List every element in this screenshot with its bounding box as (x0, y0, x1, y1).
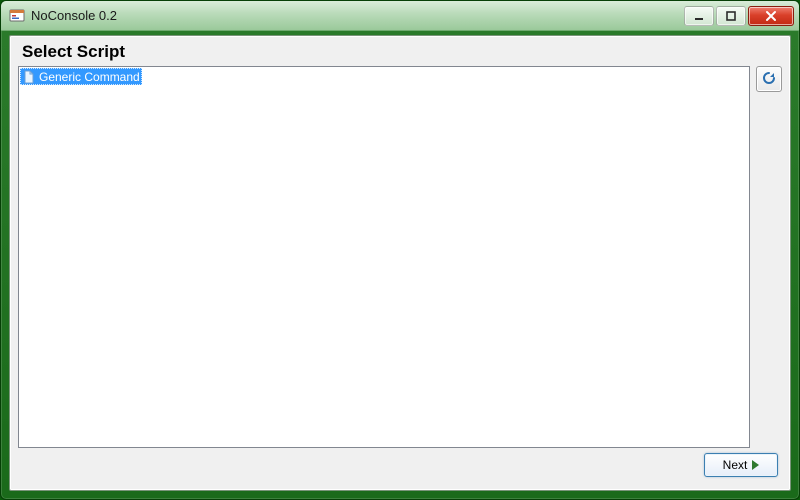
close-button[interactable] (748, 6, 794, 26)
application-icon (9, 8, 25, 24)
minimize-button[interactable] (684, 6, 714, 26)
next-button-label: Next (723, 458, 748, 472)
window-title: NoConsole 0.2 (31, 8, 684, 23)
page-heading: Select Script (22, 42, 782, 62)
maximize-button[interactable] (716, 6, 746, 26)
footer: Next (18, 448, 782, 482)
list-item-label: Generic Command (39, 70, 140, 84)
refresh-icon (761, 70, 777, 89)
application-window: NoConsole 0.2 Select Script (0, 0, 800, 500)
list-item[interactable]: Generic Command (20, 68, 142, 85)
refresh-button[interactable] (756, 66, 782, 92)
next-button[interactable]: Next (704, 453, 778, 477)
client-area: Select Script Generic Command (9, 35, 791, 491)
play-arrow-icon (752, 460, 759, 470)
script-list[interactable]: Generic Command (18, 66, 750, 448)
window-controls (684, 6, 794, 26)
titlebar[interactable]: NoConsole 0.2 (1, 1, 799, 31)
script-file-icon (22, 70, 36, 84)
